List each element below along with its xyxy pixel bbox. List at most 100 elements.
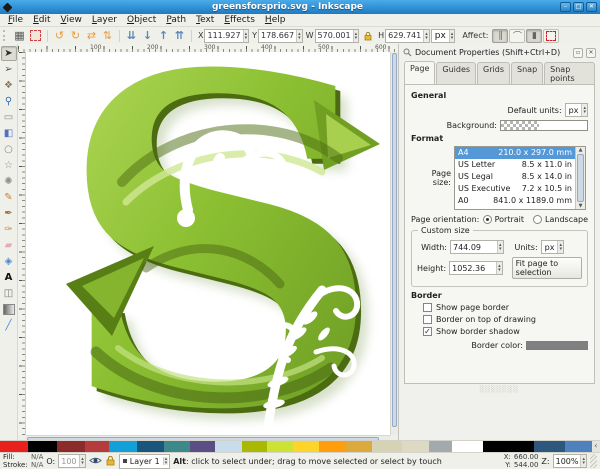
tool-text[interactable]: A	[1, 270, 17, 285]
menu-effects[interactable]: Effects	[219, 15, 260, 25]
palette-swatch[interactable]	[402, 441, 428, 452]
palette-swatch[interactable]	[534, 441, 564, 452]
toolbar-grip[interactable]	[3, 30, 8, 41]
portrait-radio[interactable]	[483, 215, 492, 224]
tool-paint-bucket[interactable]: ◈	[1, 254, 17, 269]
palette-swatch[interactable]	[372, 441, 402, 452]
w-field[interactable]: 570.001	[315, 29, 360, 43]
tab-page[interactable]: Page	[404, 61, 435, 84]
h-spinner[interactable]	[423, 30, 429, 42]
border-color-swatch[interactable]	[526, 341, 588, 350]
rotate-ccw-button[interactable]: ↺	[52, 29, 67, 43]
width-field[interactable]: 744.09	[450, 240, 504, 254]
palette-swatch[interactable]	[242, 441, 267, 452]
tool-node-editor[interactable]: ➢	[1, 62, 17, 77]
palette-swatch[interactable]	[565, 441, 592, 452]
menu-help[interactable]: Help	[260, 15, 291, 25]
menu-path[interactable]: Path	[161, 15, 191, 25]
affect-move-gradients-toggle[interactable]: ∥	[492, 29, 508, 43]
palette-swatch[interactable]	[293, 441, 319, 452]
minimize-button[interactable]: –	[560, 2, 571, 12]
tab-snap-points[interactable]: Snap points	[544, 62, 595, 85]
maximize-button[interactable]: □	[573, 2, 584, 12]
checkbox-show-page-border[interactable]: Show page border	[423, 303, 588, 312]
page-size-us-letter[interactable]: US Letter8.5 x 11.0 in	[455, 159, 575, 171]
tab-snap[interactable]: Snap	[511, 62, 543, 85]
default-units-combo[interactable]: px	[565, 103, 588, 117]
tool-dropper[interactable]: ╱	[1, 318, 17, 333]
background-color-swatch[interactable]	[500, 120, 588, 131]
checkbox-icon[interactable]	[423, 327, 432, 336]
menu-edit[interactable]: Edit	[28, 15, 55, 25]
height-field[interactable]: 1052.36	[449, 261, 503, 275]
unit-combo[interactable]: px	[431, 29, 456, 43]
opacity-field[interactable]: 100	[58, 454, 86, 468]
menu-view[interactable]: View	[56, 15, 87, 25]
menu-text[interactable]: Text	[191, 15, 219, 25]
tab-grids[interactable]: Grids	[477, 62, 510, 85]
y-spinner[interactable]	[296, 30, 302, 42]
window-resize-grip[interactable]	[590, 454, 597, 468]
zoom-spinner[interactable]	[580, 455, 586, 467]
tool-tweak[interactable]: ❖	[1, 78, 17, 93]
y-field[interactable]: 178.667	[258, 29, 303, 43]
fill-stroke-indicator[interactable]: Fill:N/A Stroke:N/A	[3, 453, 43, 469]
tool-spiral[interactable]: ✺	[1, 174, 17, 189]
flip-horizontal-button[interactable]: ⇄	[84, 29, 99, 43]
height-spinner[interactable]	[496, 262, 502, 274]
menu-object[interactable]: Object	[122, 15, 161, 25]
palette-swatch[interactable]	[452, 441, 483, 452]
zoom-selection-button[interactable]	[28, 29, 43, 43]
fit-page-button[interactable]: Fit page to selection	[512, 257, 582, 279]
width-spinner[interactable]	[497, 241, 503, 253]
current-layer-combo[interactable]: Layer 1	[119, 454, 170, 469]
lock-ratio-button[interactable]	[360, 29, 375, 43]
canvas[interactable]: S S S	[26, 52, 390, 435]
dialog-header[interactable]: Document Properties (Shift+Ctrl+D) ▫ ✕	[401, 46, 598, 59]
dialog-close-button[interactable]: ✕	[586, 48, 596, 58]
tool-zoom[interactable]: ⚲	[1, 94, 17, 109]
dialog-minimize-button[interactable]: ▫	[573, 48, 583, 58]
tab-guides[interactable]: Guides	[436, 62, 476, 85]
raise-to-top-button[interactable]: ⇈	[172, 29, 187, 43]
palette-swatch[interactable]	[190, 441, 215, 452]
tool-ellipse[interactable]: ○	[1, 142, 17, 157]
palette-swatch[interactable]	[164, 441, 190, 452]
tool-gradient[interactable]	[1, 302, 17, 317]
menu-file[interactable]: File	[3, 15, 28, 25]
x-spinner[interactable]	[243, 30, 249, 42]
page-size-a4[interactable]: A4210.0 x 297.0 mm	[455, 147, 575, 159]
select-all-button[interactable]: ▦	[12, 29, 27, 43]
page-size-a0[interactable]: A0841.0 x 1189.0 mm	[455, 195, 575, 207]
checkbox-border-on-top-of-drawing[interactable]: Border on top of drawing	[423, 315, 588, 324]
opacity-spinner[interactable]	[79, 455, 85, 467]
checkbox-icon[interactable]	[423, 303, 432, 312]
palette-swatch[interactable]	[346, 441, 372, 452]
portrait-label[interactable]: Portrait	[495, 215, 524, 224]
palette-swatch[interactable]	[429, 441, 452, 452]
h-field[interactable]: 629.741	[385, 29, 430, 43]
palette-swatch[interactable]	[0, 441, 28, 452]
page-size-us-legal[interactable]: US Legal8.5 x 14.0 in	[455, 171, 575, 183]
tool-star[interactable]: ☆	[1, 158, 17, 173]
page-size-scrollbar[interactable]: ▲▼	[575, 147, 585, 209]
dock-resize-handle[interactable]: ░░░░░░░	[401, 384, 598, 432]
close-button[interactable]: ✕	[586, 2, 597, 12]
tool-connector[interactable]: ◫	[1, 286, 17, 301]
tool-pencil[interactable]: ✎	[1, 190, 17, 205]
w-spinner[interactable]	[353, 30, 359, 42]
palette-swatch[interactable]	[319, 441, 345, 452]
tool-eraser[interactable]: ▰	[1, 238, 17, 253]
landscape-label[interactable]: Landscape	[545, 215, 588, 224]
tool-pen[interactable]: ✒	[1, 206, 17, 221]
palette-swatch[interactable]	[137, 441, 163, 452]
vertical-ruler[interactable]	[18, 52, 26, 435]
palette-swatch[interactable]	[57, 441, 85, 452]
palette-scroll-left[interactable]: ‹	[592, 441, 600, 452]
affect-scale-corners-toggle[interactable]	[543, 29, 559, 43]
zoom-field[interactable]: 100%	[553, 454, 587, 468]
checkbox-icon[interactable]	[423, 315, 432, 324]
affect-scale-stroke-toggle[interactable]: ▮	[526, 29, 542, 43]
affect-move-patterns-toggle[interactable]: ⌒	[509, 29, 525, 43]
x-field[interactable]: 111.927	[204, 29, 249, 43]
